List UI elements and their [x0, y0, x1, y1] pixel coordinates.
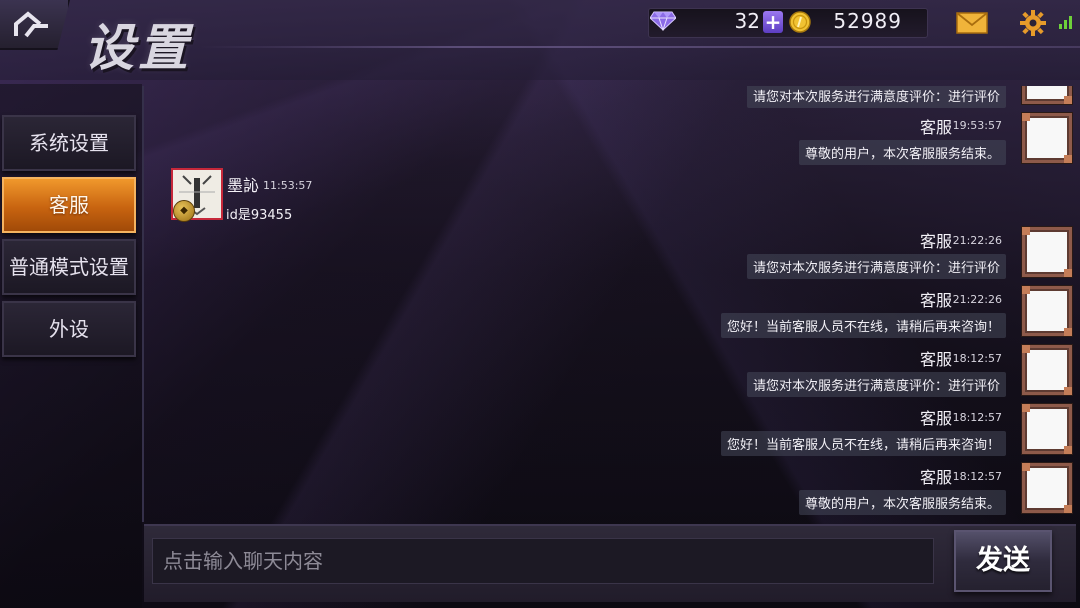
message-sender: 客服 [919, 468, 952, 487]
sidebar-item-peripherals[interactable]: 外设 [2, 301, 136, 357]
title-divider [200, 46, 1080, 48]
mail-icon[interactable] [956, 12, 988, 34]
message-time: 21:22:26 [952, 293, 1002, 306]
sidebar-item-system-settings[interactable]: 系统设置 [2, 115, 136, 171]
add-gems-button[interactable]: + [763, 11, 783, 33]
message-time: 19:53:57 [952, 119, 1002, 132]
support-avatar [1022, 345, 1072, 395]
message-sender: 墨訫 [227, 176, 260, 195]
message-sender: 客服 [919, 232, 952, 251]
gear-icon[interactable] [1020, 10, 1046, 36]
home-icon [14, 11, 48, 38]
support-avatar [1022, 227, 1072, 277]
sidebar-item-normal-mode-settings[interactable]: 普通模式设置 [2, 239, 136, 295]
message-text: id是93455 [226, 208, 293, 223]
settings-screen: 设置 32 + 52989 系统设置 客服 普通模式设置 外设 请您对本次服务进… [0, 0, 1080, 608]
chat-message-input[interactable] [152, 538, 934, 584]
message-time: 21:22:26 [952, 234, 1002, 247]
diamond-icon [650, 11, 676, 31]
send-button[interactable]: 发送 [954, 530, 1052, 592]
gold-coin-icon [789, 11, 811, 33]
vip-badge-icon: ◆ [173, 200, 195, 222]
gem-count: 32 [734, 9, 760, 33]
support-avatar [1022, 463, 1072, 513]
message-time: 18:12:57 [952, 470, 1002, 483]
support-avatar [1022, 286, 1072, 336]
support-avatar [1022, 404, 1072, 454]
message-time: 11:53:57 [263, 179, 313, 192]
message-text: 尊敬的用户，本次客服服务结束。 [798, 140, 1006, 165]
user-avatar: ◆ [171, 168, 223, 222]
message-sender: 客服 [919, 118, 952, 137]
message-text: 请您对本次服务进行满意度评价：进行评价 [746, 86, 1006, 108]
sidebar-item-customer-service[interactable]: 客服 [2, 177, 136, 233]
signal-icon [1059, 16, 1072, 29]
message-text: 您好！当前客服人员不在线，请稍后再来咨询！ [720, 431, 1006, 456]
message-text: 您好！当前客服人员不在线，请稍后再来咨询！ [720, 313, 1006, 338]
chat-log[interactable]: 请您对本次服务进行满意度评价：进行评价 19:53:57 客服 尊敬的用户，本次… [142, 86, 1078, 522]
message-sender: 客服 [919, 409, 952, 428]
page-title: 设置 [84, 19, 192, 77]
coin-count: 52989 [833, 9, 902, 33]
message-time: 18:12:57 [952, 411, 1002, 424]
message-sender: 客服 [919, 291, 952, 310]
support-avatar [1022, 113, 1072, 163]
message-time: 18:12:57 [952, 352, 1002, 365]
message-text: 请您对本次服务进行满意度评价：进行评价 [746, 372, 1006, 397]
message-text: 尊敬的用户，本次客服服务结束。 [798, 490, 1006, 515]
message-text: 请您对本次服务进行满意度评价：进行评价 [746, 254, 1006, 279]
support-avatar [1022, 86, 1072, 104]
message-sender: 客服 [919, 350, 952, 369]
